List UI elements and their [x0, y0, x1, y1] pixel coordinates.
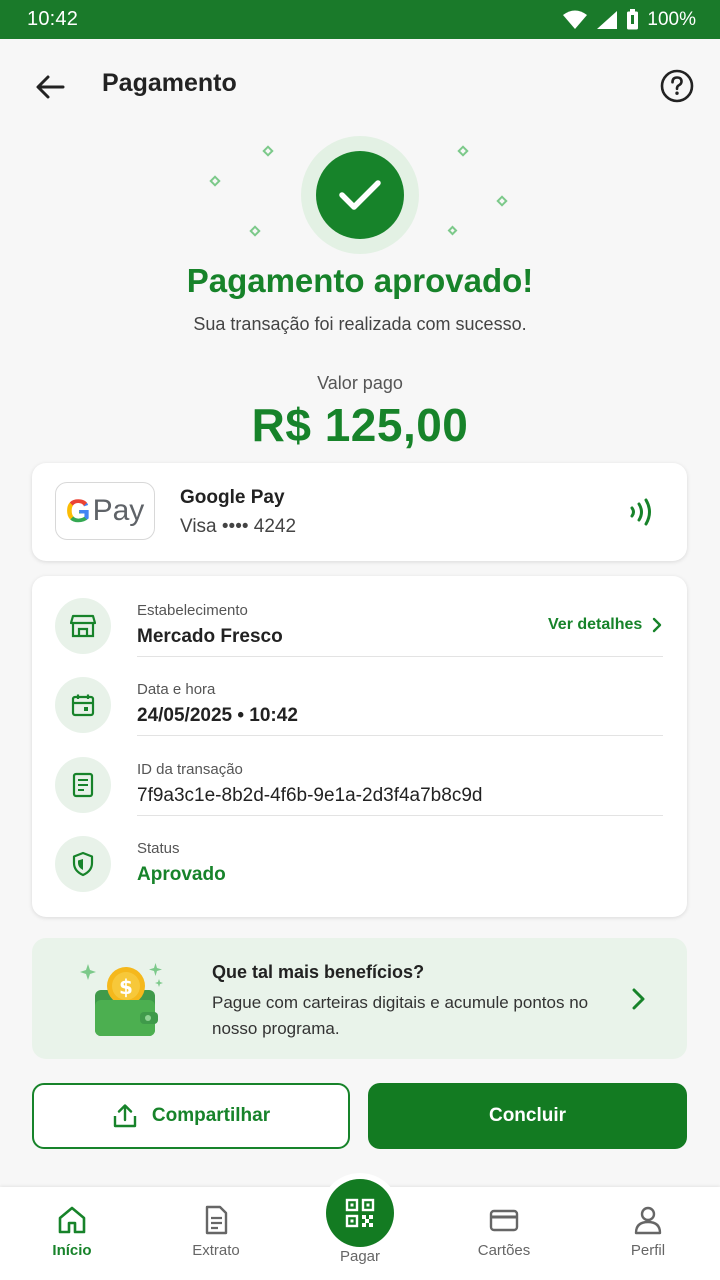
store-icon-badge: [55, 598, 111, 654]
share-icon: [113, 1104, 137, 1128]
success-subline: Sua transação foi realizada com sucesso.: [193, 314, 527, 334]
success-badge: [316, 151, 404, 239]
transaction-id-row: ID da transação 7f9a3c1e-8b2d-4f6b-9e1a-…: [32, 735, 687, 816]
nav-item-cards[interactable]: Cartões: [449, 1187, 559, 1280]
app-bar: Pagamento: [0, 39, 720, 131]
battery-level: 100%: [647, 8, 696, 30]
qr-code-icon: [345, 1198, 375, 1228]
nav-home-label: Início: [52, 1242, 92, 1259]
nav-profile-label: Perfil: [630, 1242, 666, 1259]
receipt-icon: [72, 772, 94, 798]
back-button[interactable]: [30, 67, 70, 107]
person-icon: [634, 1206, 662, 1235]
status-value: Aprovado: [137, 864, 226, 885]
sparkle-icon: [209, 175, 221, 187]
shield-icon-badge: [55, 836, 111, 892]
merchant-value: Mercado Fresco: [137, 626, 283, 647]
home-icon: [58, 1206, 86, 1234]
help-icon[interactable]: [658, 67, 696, 105]
status-icons: 100%: [562, 9, 696, 31]
page-title: Pagamento: [102, 69, 237, 97]
arrow-left-icon: [36, 75, 65, 99]
payment-method-card: G Pay Google Pay Visa •••• 4242: [32, 463, 687, 561]
nav-cards-label: Cartões: [477, 1242, 531, 1259]
datetime-row: Data e hora 24/05/2025 • 10:42: [32, 655, 687, 736]
view-details-link[interactable]: Ver detalhes: [548, 616, 662, 634]
transaction-details-card: Estabelecimento Mercado Fresco Ver detal…: [32, 576, 687, 917]
transaction-id-value: 7f9a3c1e-8b2d-4f6b-9e1a-2d3f4a7b8c9d: [137, 785, 483, 806]
calendar-icon: [71, 694, 95, 717]
signal-icon: [597, 10, 618, 29]
credit-card-icon: [489, 1209, 519, 1232]
google-pay-logo: G Pay: [55, 482, 155, 540]
bottom-navigation: Início Extrato Pagar Cartões Perfil: [0, 1173, 720, 1280]
amount-value: R$ 125,00: [251, 399, 469, 451]
payment-card-number: Visa •••• 4242: [180, 516, 297, 537]
view-details-label: Ver detalhes: [548, 616, 643, 633]
nav-item-pay[interactable]: [326, 1179, 394, 1247]
chevron-right-icon: [632, 988, 645, 1010]
document-icon: [205, 1205, 228, 1235]
share-label: Compartilhar: [151, 1105, 271, 1126]
sparkle-icon: [262, 145, 274, 157]
nav-statement-label: Extrato: [192, 1242, 240, 1259]
nav-pay-label: Pagar: [339, 1248, 381, 1265]
battery-icon: [627, 9, 639, 30]
benefits-banner[interactable]: $ Que tal mais benefícios? Pague com car…: [32, 938, 687, 1059]
chevron-right-icon: [653, 617, 662, 633]
sparkle-icon: [457, 145, 469, 157]
nav-item-home[interactable]: Início: [17, 1187, 127, 1280]
merchant-label: Estabelecimento: [137, 602, 248, 619]
contactless-icon: [630, 498, 651, 526]
google-g-logo: G: [65, 492, 91, 529]
status-bar: 10:42 100%: [0, 0, 720, 39]
store-icon: [70, 614, 96, 638]
benefits-title: Que tal mais benefícios?: [212, 962, 425, 982]
done-label: Concluir: [488, 1105, 567, 1126]
status-label: Status: [137, 840, 180, 857]
sparkle-icon: [249, 225, 261, 237]
datetime-value: 24/05/2025 • 10:42: [137, 705, 298, 726]
success-headline: Pagamento aprovado!: [186, 262, 534, 299]
datetime-label: Data e hora: [137, 681, 216, 698]
done-button[interactable]: Concluir: [368, 1083, 687, 1149]
share-button[interactable]: Compartilhar: [32, 1083, 350, 1149]
status-time: 10:42: [27, 8, 79, 30]
receipt-icon-badge: [55, 757, 111, 813]
payment-method-name: Google Pay: [180, 487, 285, 508]
shield-icon: [72, 851, 94, 877]
svg-text:$: $: [119, 975, 133, 999]
benefits-text: Pague com carteiras digitais e acumule p…: [212, 993, 589, 1038]
transaction-id-label: ID da transação: [137, 761, 243, 778]
amount-label: Valor pago: [317, 373, 403, 393]
check-icon: [339, 180, 381, 210]
status-row: Status Aprovado: [32, 814, 687, 893]
calendar-icon-badge: [55, 677, 111, 733]
nav-item-profile[interactable]: Perfil: [593, 1187, 703, 1280]
sparkle-icon: [447, 225, 458, 236]
sparkle-icon: [496, 195, 508, 207]
nav-item-statement[interactable]: Extrato: [161, 1187, 271, 1280]
pay-wordmark: Pay: [92, 494, 145, 527]
merchant-row: Estabelecimento Mercado Fresco Ver detal…: [32, 576, 687, 657]
wifi-icon: [563, 10, 588, 29]
wallet-coin-icon: $: [80, 963, 163, 1036]
